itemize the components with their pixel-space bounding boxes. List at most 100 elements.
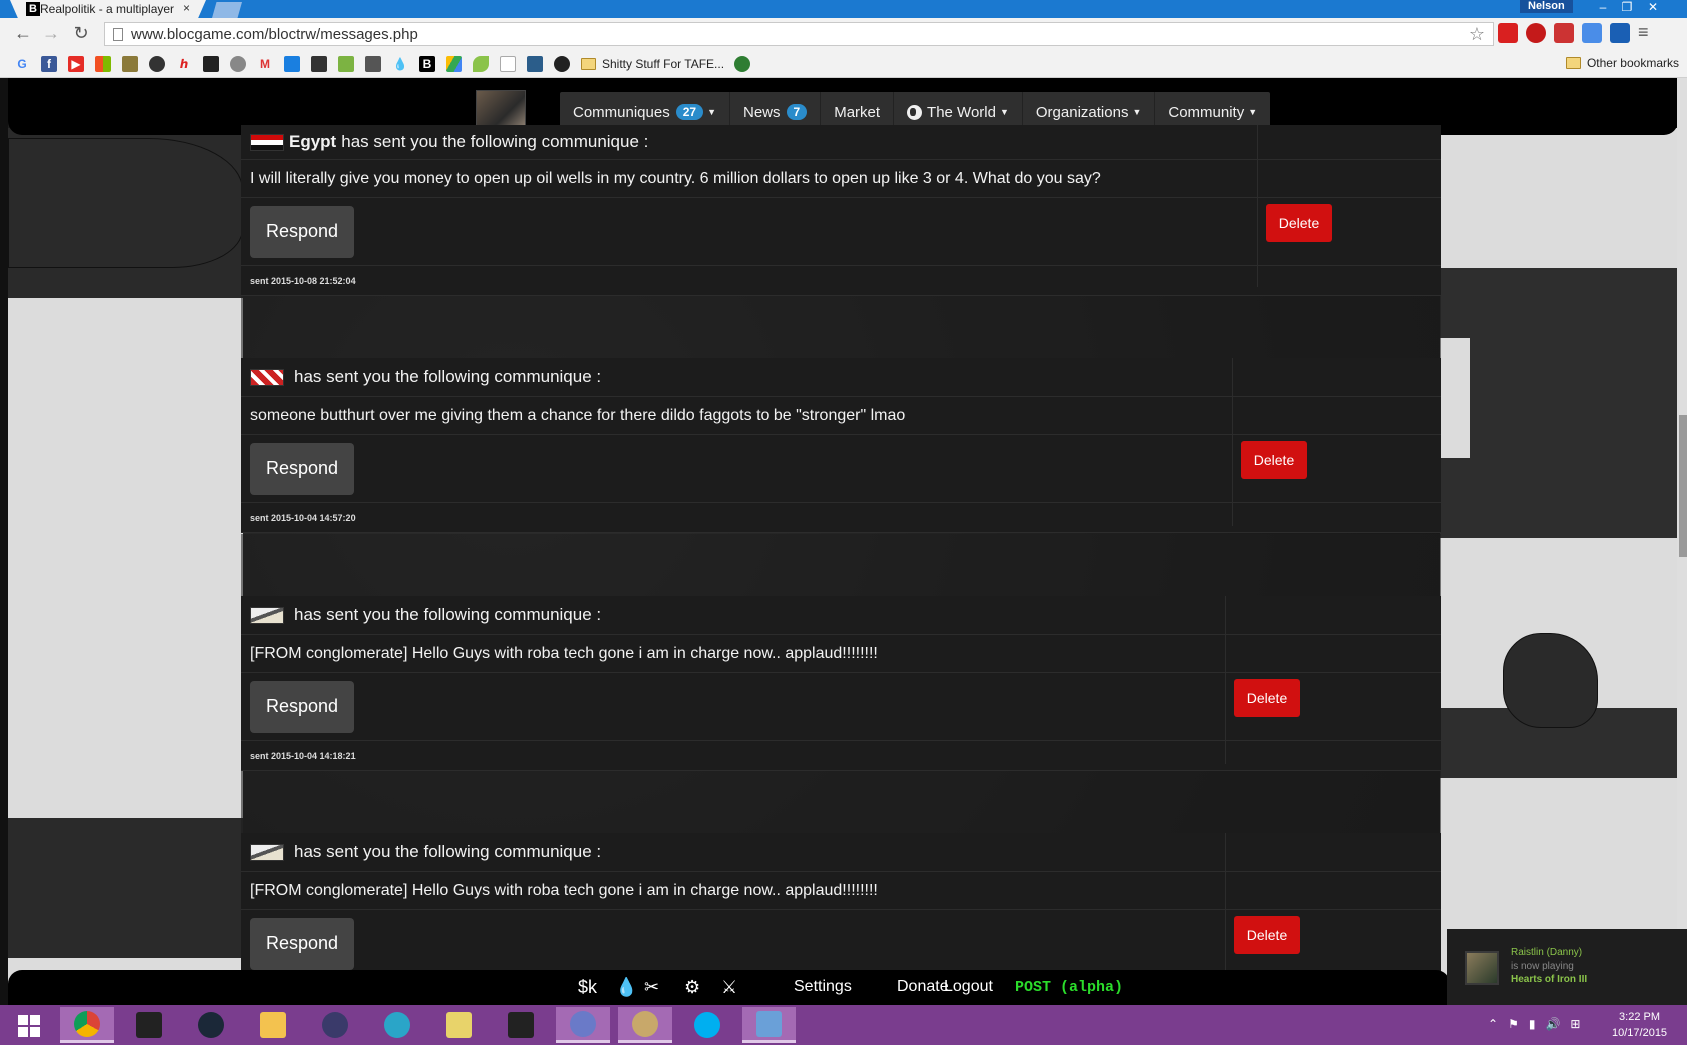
other-bookmarks[interactable]: Other bookmarks [1565, 56, 1679, 70]
delete-button[interactable]: Delete [1241, 441, 1307, 479]
b-icon[interactable]: B [419, 55, 435, 72]
page-icon[interactable] [500, 55, 516, 72]
gear-icon[interactable] [149, 55, 165, 72]
clock-date: 10/17/2015 [1612, 1027, 1668, 1039]
settings-link[interactable]: Settings [794, 978, 852, 996]
app-taskbar-button[interactable] [308, 1007, 362, 1043]
adblock-icon[interactable] [1498, 23, 1518, 43]
cube-icon[interactable] [311, 55, 327, 72]
nav-market-label: Market [834, 103, 881, 121]
drive-icon[interactable] [446, 55, 462, 72]
android-icon[interactable] [338, 55, 354, 72]
messages-list: Egypt has sent you the following communi… [241, 125, 1441, 993]
delete-button[interactable]: Delete [1234, 916, 1300, 954]
ublock-icon[interactable] [1526, 23, 1546, 43]
github-icon[interactable] [554, 55, 570, 72]
network-icon[interactable]: ▮ [1529, 1017, 1536, 1031]
reload-icon[interactable]: ↻ [70, 23, 92, 44]
browser-tab[interactable]: B Realpolitik - a multiplayer × [10, 0, 206, 18]
gmail-icon[interactable]: M [257, 56, 273, 72]
bookmark-ext-icon[interactable] [1554, 23, 1574, 43]
forward-icon[interactable]: → [40, 23, 62, 44]
leaf-icon[interactable] [473, 55, 489, 72]
bookmark-star-icon[interactable]: ☆ [1469, 24, 1485, 45]
calc-icon[interactable] [365, 55, 381, 72]
dropbox-icon[interactable] [284, 55, 300, 72]
steam-taskbar-button[interactable] [184, 1007, 238, 1043]
bookmark-folder-label: Shitty Stuff For TAFE... [602, 56, 725, 71]
cup-icon[interactable] [527, 55, 543, 72]
files-taskbar-button[interactable] [432, 1007, 486, 1043]
facebook-icon[interactable]: f [41, 55, 57, 72]
google-icon[interactable]: G [14, 56, 30, 72]
word-ext-icon[interactable] [1610, 23, 1630, 43]
app-taskbar-button[interactable] [556, 1007, 610, 1043]
delete-button[interactable]: Delete [1266, 204, 1332, 242]
skype-taskbar-button[interactable] [680, 1007, 734, 1043]
logout-link[interactable]: Logout [944, 978, 993, 996]
chrome-taskbar-button[interactable] [60, 1007, 114, 1043]
bookmark-folder-tafe[interactable]: Shitty Stuff For TAFE... [581, 57, 724, 71]
steam-notification[interactable]: Raistlin (Danny) is now playing Hearts o… [1447, 929, 1687, 1005]
bookmark-extra-icon[interactable] [734, 55, 751, 72]
respond-button[interactable]: Respond [250, 680, 354, 733]
hpstar-icon[interactable]: ℎ [176, 56, 192, 72]
url-input[interactable] [131, 25, 1431, 43]
profile-name[interactable]: Nelson [1520, 0, 1573, 13]
respond-button[interactable]: Respond [250, 917, 354, 970]
paint-taskbar-button[interactable] [618, 1007, 672, 1043]
nav-communiques-label: Communiques [573, 103, 670, 121]
globe-icon [907, 104, 923, 120]
tab-title: Realpolitik - a multiplayer [40, 2, 175, 16]
shield-icon[interactable] [122, 55, 138, 72]
nav-organizations-label: Organizations [1035, 103, 1129, 121]
app-taskbar-button[interactable] [370, 1007, 424, 1043]
respond-button[interactable]: Respond [250, 442, 354, 495]
drop-icon[interactable]: 💧 [392, 56, 408, 72]
windows-start-icon[interactable] [18, 1015, 40, 1037]
message-actions: Respond Delete [241, 198, 1441, 266]
country-flag-icon [250, 606, 284, 624]
new-tab-button[interactable] [212, 2, 242, 18]
tab-close-icon[interactable]: × [183, 1, 190, 15]
message-sender[interactable]: Egypt [289, 132, 336, 152]
message-body: someone butthurt over me giving them a c… [241, 397, 1441, 435]
money-resource[interactable]: $k [578, 977, 597, 998]
microsoft-icon[interactable] [95, 55, 111, 72]
page-info-icon[interactable] [113, 27, 123, 41]
other-bookmarks-label: Other bookmarks [1586, 56, 1679, 70]
minimize-icon[interactable]: – [1590, 0, 1616, 14]
unity-taskbar-button[interactable] [494, 1007, 548, 1043]
tools-icon[interactable]: ✂ [644, 977, 659, 998]
map-land [8, 138, 243, 268]
message-actions: Respond Delete [241, 435, 1441, 503]
taskbar-clock[interactable]: 3:22 PM 10/17/2015 [1612, 1009, 1667, 1041]
translate-icon[interactable] [1582, 23, 1602, 43]
back-icon[interactable]: ← [12, 23, 34, 44]
donate-link[interactable]: Donate [897, 978, 949, 996]
flag-icon[interactable]: ⚑ [1508, 1017, 1519, 1031]
respond-button[interactable]: Respond [250, 205, 354, 258]
page-scrollbar-thumb[interactable] [1679, 415, 1687, 557]
app-taskbar-button[interactable] [742, 1007, 796, 1043]
crossed-icon[interactable] [203, 55, 219, 72]
maximize-icon[interactable]: ❐ [1614, 0, 1640, 14]
menu-icon[interactable]: ≡ [1638, 23, 1658, 43]
gear-icon[interactable]: ⚙ [684, 977, 700, 998]
crossed-swords-icon[interactable]: ⚔ [721, 977, 737, 998]
delete-button[interactable]: Delete [1234, 679, 1300, 717]
post-alpha-link[interactable]: POST (alpha) [1015, 979, 1123, 996]
reddit-icon[interactable] [230, 55, 246, 72]
explorer-taskbar-button[interactable] [246, 1007, 300, 1043]
address-bar[interactable]: ☆ [104, 22, 1494, 46]
map-land-australia [1503, 633, 1598, 728]
message-header: has sent you the following communique : [241, 833, 1441, 872]
close-window-icon[interactable]: ✕ [1640, 0, 1666, 14]
oil-drop-icon[interactable]: 💧 [615, 977, 637, 998]
volume-icon[interactable]: 🔊 [1545, 1017, 1560, 1031]
unity-taskbar-button[interactable] [122, 1007, 176, 1043]
message-card: has sent you the following communique : … [241, 596, 1441, 771]
tray-chevron-icon[interactable]: ⌃ [1488, 1017, 1498, 1031]
youtube-icon[interactable]: ▶ [68, 55, 84, 72]
windows-icon[interactable]: ⊞ [1570, 1017, 1580, 1031]
